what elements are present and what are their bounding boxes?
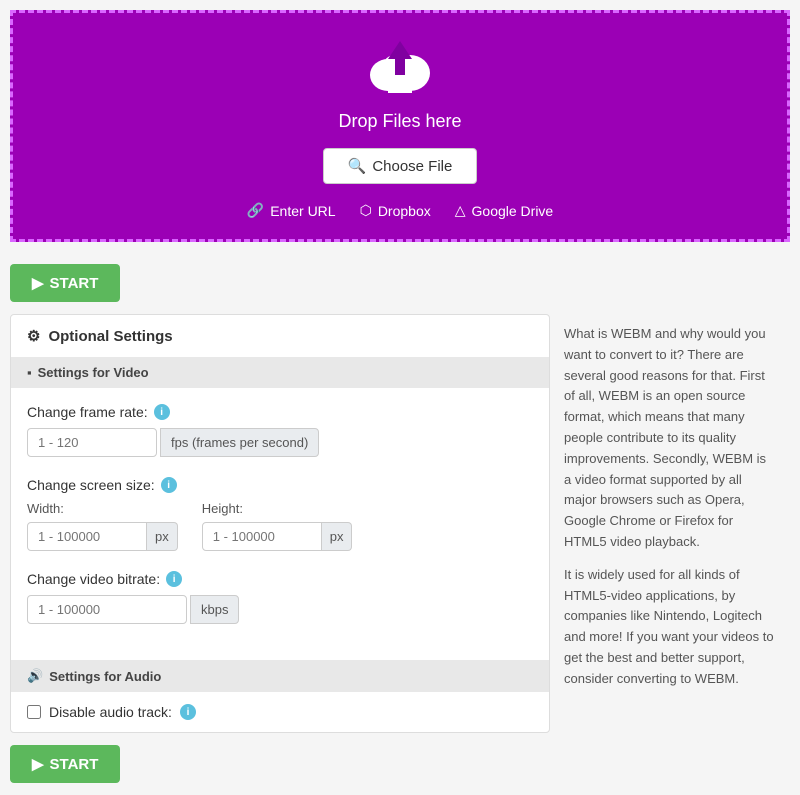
start-icon-bottom: ▶ bbox=[32, 755, 44, 773]
search-icon: 🔍 bbox=[348, 157, 367, 175]
gear-icon: ⚙ bbox=[27, 327, 40, 345]
frame-rate-group: Change frame rate: i fps (frames per sec… bbox=[27, 404, 533, 457]
width-label: Width: bbox=[27, 501, 178, 516]
width-col: Width: px bbox=[27, 501, 178, 551]
main-content: ⚙ Optional Settings ▪ Settings for Video… bbox=[0, 314, 800, 733]
dropbox-label: Dropbox bbox=[378, 203, 431, 219]
settings-title: ⚙ Optional Settings bbox=[11, 315, 549, 357]
video-icon: ▪ bbox=[27, 365, 32, 380]
google-drive-label: Google Drive bbox=[472, 203, 554, 219]
settings-body: Change frame rate: i fps (frames per sec… bbox=[11, 388, 549, 660]
start-button-top-wrapper: ▶ START bbox=[0, 252, 800, 314]
upload-icon bbox=[360, 33, 440, 103]
start-label-bottom: START bbox=[50, 756, 99, 773]
start-button-bottom-wrapper: ▶ START bbox=[0, 733, 800, 795]
choose-file-button[interactable]: 🔍 Choose File bbox=[323, 148, 478, 184]
sidebar-paragraph-1: What is WEBM and why would you want to c… bbox=[564, 324, 776, 553]
video-bitrate-group: Change video bitrate: i kbps bbox=[27, 571, 533, 624]
video-bitrate-unit: kbps bbox=[190, 595, 239, 624]
width-input[interactable] bbox=[27, 522, 147, 551]
frame-rate-input[interactable] bbox=[27, 428, 157, 457]
start-label-top: START bbox=[50, 275, 99, 292]
audio-icon: 🔊 bbox=[27, 668, 43, 684]
start-button-bottom[interactable]: ▶ START bbox=[10, 745, 120, 783]
start-button-top[interactable]: ▶ START bbox=[10, 264, 120, 302]
height-inputs: px bbox=[202, 522, 353, 551]
frame-rate-label: Change frame rate: i bbox=[27, 404, 533, 420]
dropbox-icon: ⬡ bbox=[360, 202, 372, 219]
sidebar-info: What is WEBM and why would you want to c… bbox=[550, 314, 790, 733]
dropbox-link[interactable]: ⬡ Dropbox bbox=[360, 202, 431, 219]
frame-rate-unit: fps (frames per second) bbox=[160, 428, 319, 457]
video-bitrate-input[interactable] bbox=[27, 595, 187, 624]
start-icon-top: ▶ bbox=[32, 274, 44, 292]
video-bitrate-label: Change video bitrate: i bbox=[27, 571, 533, 587]
audio-section-header: 🔊 Settings for Audio bbox=[11, 660, 549, 692]
link-icon: 🔗 bbox=[247, 202, 264, 219]
enter-url-link[interactable]: 🔗 Enter URL bbox=[247, 202, 336, 219]
screen-size-row: Width: px Height: px bbox=[27, 501, 533, 551]
video-bitrate-input-row: kbps bbox=[27, 595, 533, 624]
drop-text: Drop Files here bbox=[338, 111, 461, 132]
screen-size-label: Change screen size: i bbox=[27, 477, 533, 493]
sidebar-paragraph-2: It is widely used for all kinds of HTML5… bbox=[564, 565, 776, 690]
disable-audio-info-icon[interactable]: i bbox=[180, 704, 196, 720]
height-unit: px bbox=[322, 522, 353, 551]
choose-file-label: Choose File bbox=[372, 158, 452, 175]
width-unit: px bbox=[147, 522, 178, 551]
frame-rate-info-icon[interactable]: i bbox=[154, 404, 170, 420]
screen-size-group: Change screen size: i Width: px Height: bbox=[27, 477, 533, 551]
settings-panel: ⚙ Optional Settings ▪ Settings for Video… bbox=[10, 314, 550, 733]
height-col: Height: px bbox=[202, 501, 353, 551]
drive-icon: △ bbox=[455, 202, 466, 219]
height-label: Height: bbox=[202, 501, 353, 516]
google-drive-link[interactable]: △ Google Drive bbox=[455, 202, 553, 219]
drop-zone[interactable]: Drop Files here 🔍 Choose File 🔗 Enter UR… bbox=[10, 10, 790, 242]
width-inputs: px bbox=[27, 522, 178, 551]
height-input[interactable] bbox=[202, 522, 322, 551]
video-bitrate-info-icon[interactable]: i bbox=[166, 571, 182, 587]
enter-url-label: Enter URL bbox=[270, 203, 335, 219]
screen-size-info-icon[interactable]: i bbox=[161, 477, 177, 493]
disable-audio-checkbox[interactable] bbox=[27, 705, 41, 719]
frame-rate-input-row: fps (frames per second) bbox=[27, 428, 533, 457]
alt-options: 🔗 Enter URL ⬡ Dropbox △ Google Drive bbox=[247, 202, 553, 219]
disable-audio-row: Disable audio track: i bbox=[27, 704, 533, 720]
audio-section-body: Disable audio track: i bbox=[11, 692, 549, 732]
video-section-header: ▪ Settings for Video bbox=[11, 357, 549, 388]
